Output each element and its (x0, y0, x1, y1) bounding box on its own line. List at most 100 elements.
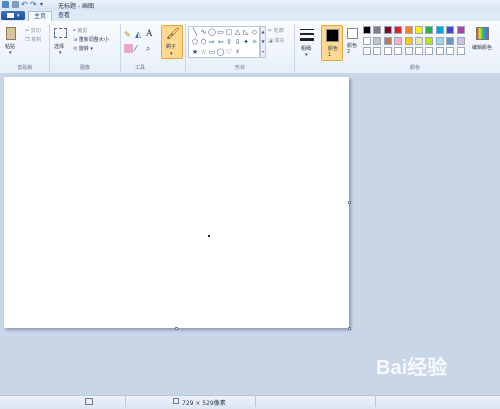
save-icon[interactable] (12, 1, 19, 8)
right-triangle-shape-icon[interactable]: ◺ (242, 28, 250, 36)
copy-icon: ❐ (25, 37, 30, 43)
palette-swatch[interactable] (383, 36, 392, 45)
hexagon-shape-icon[interactable]: ⬡ (200, 38, 208, 46)
crop-icon: ⌗ (73, 28, 76, 34)
palette-swatch[interactable] (404, 47, 413, 55)
palette-swatch[interactable] (435, 36, 444, 45)
text-tool-icon[interactable]: A (146, 29, 155, 38)
callout-rect-shape-icon[interactable]: ▭ (208, 48, 216, 56)
redo-icon[interactable]: ↷ (30, 1, 37, 9)
star-five-shape-icon[interactable]: ✧ (251, 38, 259, 46)
lightning-shape-icon[interactable]: ⚡ (234, 48, 242, 56)
fill-bucket-icon[interactable]: ◭ (135, 30, 144, 39)
status-bar (0, 395, 500, 409)
diamond-shape-icon[interactable]: ◇ (251, 28, 259, 36)
resize-handle-bottom[interactable] (175, 327, 178, 330)
copy-button[interactable]: ❐ 复制 (25, 36, 41, 43)
select-button[interactable]: 选择 ▾ (52, 26, 70, 56)
tab-view[interactable]: 查看 (53, 11, 75, 21)
palette-swatch[interactable] (404, 36, 413, 45)
file-menu-icon (7, 13, 14, 18)
edit-colors-button[interactable]: 编辑颜色 (469, 26, 495, 60)
resize-button[interactable]: ⇲ 重新调整大小 (73, 36, 109, 43)
shapes-gallery-scroll[interactable]: ▲ ▼ ▾ (260, 26, 266, 58)
brushes-button[interactable]: 🖌 刷子 ▾ (161, 25, 183, 59)
scissors-icon: ✂ (25, 28, 30, 34)
palette-swatch[interactable] (446, 47, 455, 55)
pencil-icon[interactable]: ✎ (124, 30, 133, 39)
palette-swatch[interactable] (404, 26, 413, 34)
curve-shape-icon[interactable]: ∿ (200, 28, 208, 36)
eraser-icon[interactable] (124, 44, 133, 53)
shapes-group-label: 形状 (234, 65, 245, 71)
color1-button[interactable]: 颜色 1 (321, 25, 343, 61)
palette-swatch[interactable] (383, 47, 392, 55)
color2-button[interactable]: 颜色 2 (345, 25, 361, 61)
color-picker-icon[interactable]: ⁄ (135, 44, 144, 53)
resize-handle-corner[interactable] (348, 327, 351, 330)
palette-swatch[interactable] (446, 26, 455, 34)
triangle-shape-icon[interactable]: △ (234, 28, 242, 36)
arrow-right-shape-icon[interactable]: ⇨ (208, 38, 216, 46)
status-divider (375, 396, 376, 407)
select-dropdown-icon: ▾ (59, 50, 62, 56)
palette-swatch[interactable] (394, 36, 403, 45)
palette-swatch[interactable] (446, 36, 455, 45)
color1-swatch (326, 29, 339, 42)
palette-swatch[interactable] (394, 47, 403, 55)
rotate-button[interactable]: ⟲ 旋转 ▾ (73, 45, 93, 52)
paste-button[interactable]: 粘贴 ▾ (3, 26, 19, 56)
rounded-rectangle-shape-icon[interactable]: ▢ (225, 28, 233, 36)
palette-swatch[interactable] (373, 36, 382, 45)
drawing-canvas[interactable] (4, 77, 349, 328)
palette-swatch[interactable] (456, 36, 465, 45)
resize-handle-right[interactable] (348, 201, 351, 204)
star-six-shape-icon[interactable]: ★ (191, 48, 199, 56)
palette-swatch[interactable] (415, 47, 423, 55)
file-menu-button[interactable]: ▾ (1, 11, 25, 20)
size-button[interactable]: 粗细 ▾ (297, 26, 317, 60)
star-outline-shape-icon[interactable]: ☆ (200, 48, 208, 56)
palette-swatch[interactable] (456, 26, 465, 34)
palette-swatch[interactable] (394, 26, 403, 34)
arrow-left-shape-icon[interactable]: ⇦ (217, 38, 225, 46)
resize-label: 重新调整大小 (78, 37, 109, 43)
crop-button[interactable]: ⌗ 裁剪 (73, 27, 87, 34)
magnifier-icon[interactable]: ⌕ (146, 44, 155, 53)
palette-swatch[interactable] (373, 47, 382, 55)
undo-icon[interactable]: ↶ (21, 1, 28, 9)
arrow-down-shape-icon[interactable]: ⇩ (234, 38, 242, 46)
outline-button[interactable]: ✏ 轮廓 (268, 27, 284, 34)
palette-swatch[interactable] (415, 26, 423, 34)
palette-swatch[interactable] (373, 26, 382, 34)
size-dropdown-icon: ▾ (305, 52, 308, 58)
rotate-icon: ⟲ (73, 46, 78, 52)
palette-swatch[interactable] (415, 36, 423, 45)
size-line-thick (300, 38, 314, 41)
rectangle-shape-icon[interactable]: ▭ (217, 28, 225, 36)
cut-button[interactable]: ✂ 剪切 (25, 27, 41, 34)
outline-icon: ✏ (268, 28, 273, 34)
fill-button[interactable]: ◪ 填充 (268, 37, 284, 44)
palette-swatch[interactable] (363, 47, 371, 55)
oval-shape-icon[interactable]: ◯ (208, 28, 216, 36)
palette-swatch[interactable] (363, 36, 371, 45)
palette-swatch[interactable] (425, 36, 434, 45)
palette-swatch[interactable] (363, 26, 371, 34)
palette-swatch[interactable] (425, 47, 434, 55)
palette-swatch[interactable] (425, 26, 434, 34)
palette-swatch[interactable] (435, 47, 444, 55)
palette-swatch[interactable] (435, 26, 444, 34)
color2-swatch (347, 28, 358, 39)
palette-swatch[interactable] (383, 26, 392, 34)
resize-icon: ⇲ (73, 37, 78, 43)
heart-shape-icon[interactable]: ♡ (225, 48, 233, 56)
line-shape-icon[interactable]: ╲ (191, 28, 199, 36)
paste-dropdown-icon: ▾ (9, 50, 12, 56)
arrow-up-shape-icon[interactable]: ⇧ (225, 38, 233, 46)
quick-access-dropdown-icon[interactable]: ▾ (40, 1, 47, 8)
palette-swatch[interactable] (456, 47, 465, 55)
star-four-shape-icon[interactable]: ✦ (242, 38, 250, 46)
callout-oval-shape-icon[interactable]: ◯ (217, 48, 225, 56)
pentagon-shape-icon[interactable]: ⬠ (191, 38, 199, 46)
